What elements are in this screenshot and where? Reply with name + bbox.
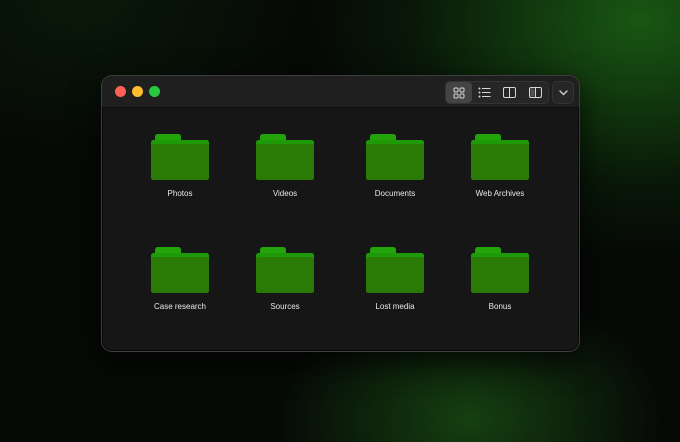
gallery-view-button[interactable] [523, 82, 549, 103]
folder-item[interactable]: Sources [235, 247, 335, 327]
zoom-button[interactable] [149, 86, 160, 97]
folder-icon [471, 247, 529, 295]
folder-label: Lost media [375, 302, 415, 311]
folder-icon [366, 247, 424, 295]
folder-item[interactable]: Case research [130, 247, 230, 327]
list-view-icon [478, 87, 491, 98]
folder-item[interactable]: Photos [130, 134, 230, 214]
folder-label: Case research [153, 302, 207, 311]
folder-icon [151, 247, 209, 295]
folder-label: Bonus [488, 302, 512, 311]
view-mode-switcher [445, 81, 549, 104]
finder-window: Photos Videos Documents Web Archives Cas… [101, 75, 580, 352]
title-bar [102, 76, 579, 108]
folder-item[interactable]: Bonus [450, 247, 550, 327]
column-view-icon [503, 87, 517, 98]
folder-icon [151, 134, 209, 182]
folder-item[interactable]: Web Archives [450, 134, 550, 214]
folder-label: Documents [374, 189, 416, 198]
list-view-button[interactable] [472, 82, 498, 103]
close-button[interactable] [115, 86, 126, 97]
folder-item[interactable]: Lost media [345, 247, 445, 327]
folder-item[interactable]: Videos [235, 134, 335, 214]
grid-view-button[interactable] [446, 82, 472, 103]
folder-icon [256, 247, 314, 295]
folder-icon [366, 134, 424, 182]
folder-item[interactable]: Documents [345, 134, 445, 214]
minimize-button[interactable] [132, 86, 143, 97]
folder-label: Sources [270, 302, 300, 311]
folder-icon [256, 134, 314, 182]
folder-label: Videos [272, 189, 298, 198]
folder-icon [471, 134, 529, 182]
folder-label: Photos [167, 189, 193, 198]
grid-view-icon [453, 87, 465, 98]
chevron-down-icon [558, 89, 568, 95]
folder-label: Web Archives [475, 189, 525, 198]
folder-grid: Photos Videos Documents Web Archives Cas… [102, 108, 579, 351]
column-view-button[interactable] [497, 82, 523, 103]
more-options-button[interactable] [552, 81, 574, 104]
gallery-view-icon [528, 87, 542, 98]
